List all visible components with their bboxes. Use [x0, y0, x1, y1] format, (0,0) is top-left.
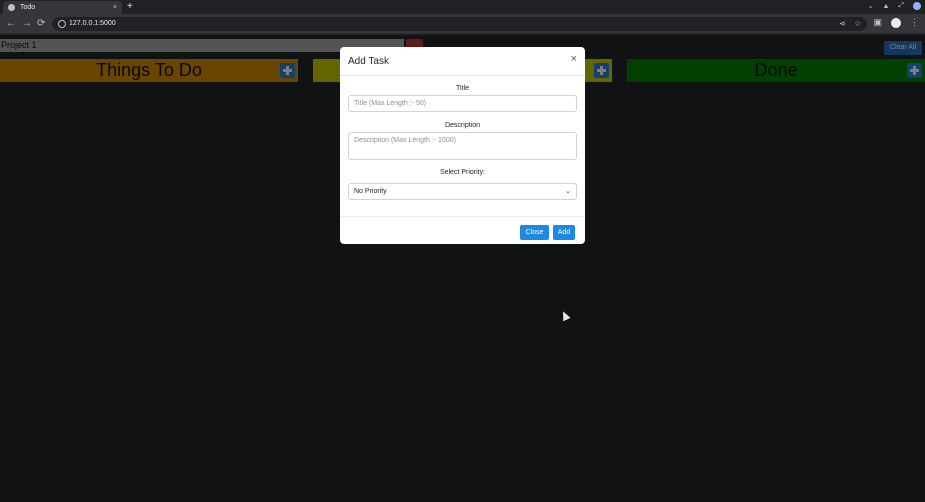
add-task-modal: Add Task × Title Title (Max Length :- 50… [340, 47, 585, 244]
omnibox-actions: ⋖ ☆ [839, 17, 861, 31]
menu-icon[interactable]: ⋮ [910, 17, 919, 28]
priority-select[interactable]: No Priority ⌄ [348, 183, 577, 200]
browser-toolbar: ← → ⟳ 127.0.0.1:5000 ⋖ ☆ ▣ ⋮ [0, 14, 925, 34]
title-input[interactable]: Title (Max Length :- 50) [348, 95, 577, 112]
window-controls: ⌄ ▲ ⤢ [868, 2, 921, 10]
toolbar-actions: ▣ ⋮ [873, 17, 919, 28]
chevron-down-icon: ⌄ [565, 188, 571, 195]
add-button[interactable]: Add [553, 225, 575, 240]
expand-icon[interactable]: ⤢ [898, 2, 904, 10]
priority-selected-value: No Priority [354, 188, 387, 195]
title-label: Title [456, 85, 469, 92]
share-icon[interactable]: ⋖ [839, 17, 846, 31]
address-bar[interactable]: 127.0.0.1:5000 ⋖ ☆ [52, 17, 867, 31]
tab-close-icon[interactable]: × [113, 1, 117, 14]
browser-tab-strip: Todo × + ⌄ ▲ ⤢ [0, 0, 925, 14]
profile-icon[interactable] [891, 17, 901, 28]
close-icon[interactable]: × [571, 53, 577, 65]
tab-title: Todo [20, 4, 36, 11]
forward-icon[interactable]: → [22, 17, 32, 31]
modal-footer: Close Add [340, 216, 585, 244]
modal-header: Add Task × [340, 47, 585, 76]
priority-label: Select Priority: [439, 169, 486, 176]
modal-title: Add Task [348, 56, 389, 67]
avatar[interactable] [913, 2, 921, 10]
sidepanel-icon[interactable]: ▣ [873, 17, 882, 28]
description-textarea[interactable]: Description (Max Length :- 1000) [348, 132, 577, 160]
chevron-down-icon[interactable]: ⌄ [868, 2, 874, 10]
browser-tab[interactable]: Todo × [3, 1, 122, 14]
info-icon[interactable] [58, 20, 66, 28]
reload-icon[interactable]: ⟳ [37, 17, 45, 31]
url-text: 127.0.0.1:5000 [69, 20, 116, 27]
description-label: Description [444, 122, 480, 129]
globe-icon [8, 4, 15, 11]
close-button[interactable]: Close [520, 225, 549, 240]
user-icon: ▲ [882, 2, 890, 10]
back-icon[interactable]: ← [6, 17, 16, 31]
new-tab-button[interactable]: + [127, 0, 133, 14]
star-icon[interactable]: ☆ [854, 17, 861, 31]
